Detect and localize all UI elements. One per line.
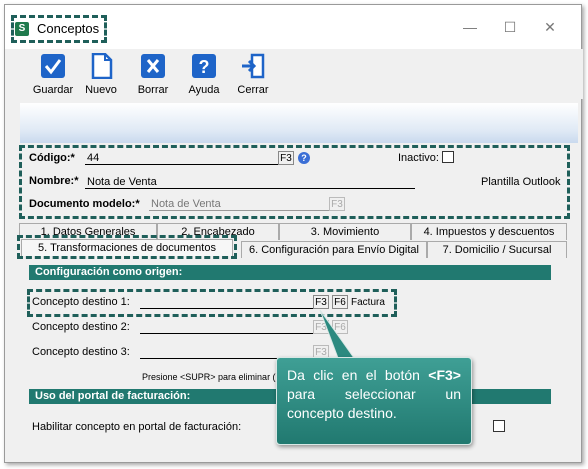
documento-f3-button[interactable]: F3 [329, 197, 345, 211]
nombre-label: Nombre:* [29, 175, 79, 187]
destino1-f6-button[interactable]: F6 [332, 295, 348, 309]
documento-modelo-field[interactable]: Nota de Venta [149, 197, 331, 211]
save-label: Guardar [32, 84, 74, 96]
destino2-label: Concepto destino 2: [32, 321, 130, 333]
toolbar: Guardar Nuevo Borrar ? Ayuda Cerrar [15, 49, 583, 99]
header-banner [20, 103, 578, 143]
save-button[interactable]: Guardar [29, 53, 77, 99]
title-highlight [11, 15, 107, 43]
tooltip-pointer [319, 309, 355, 359]
tooltip-text-pre: Da clic en el botón [287, 367, 429, 383]
help-button[interactable]: ? Ayuda [180, 53, 228, 99]
documento-modelo-label: Documento modelo:* [29, 198, 140, 210]
destino3-label: Concepto destino 3: [32, 346, 130, 358]
destino2-field[interactable] [140, 320, 314, 334]
delete-x-icon [141, 54, 165, 78]
document-icon [91, 52, 113, 80]
new-label: Nuevo [85, 84, 117, 96]
supr-hint: Presione <SUPR> para eliminar ( [142, 372, 276, 382]
help-label: Ayuda [188, 84, 220, 96]
tab-impuestos[interactable]: 4. Impuestos y descuentos [411, 223, 567, 240]
tooltip-key: <F3> [428, 367, 461, 383]
destino1-label: Concepto destino 1: [32, 296, 130, 308]
delete-button[interactable]: Borrar [129, 53, 177, 99]
tab-domicilio[interactable]: 7. Domicilio / Sucursal [427, 241, 567, 258]
destino1-field[interactable] [140, 295, 314, 309]
svg-text:?: ? [199, 57, 210, 77]
instruction-tooltip: Da clic en el botón <F3> para selecciona… [276, 357, 472, 445]
origen-section-header: Configuración como origen: [29, 265, 551, 280]
tooltip-text-post: para seleccionar un concepto destino. [287, 386, 461, 421]
habilitar-checkbox[interactable] [493, 420, 505, 432]
tab-configuracion-envio[interactable]: 6. Configuración para Envío Digital [241, 241, 427, 258]
inactivo-checkbox[interactable] [442, 151, 454, 163]
plantilla-outlook-link[interactable]: Plantilla Outlook [481, 176, 561, 188]
minimize-button[interactable]: — [455, 17, 485, 37]
checkmark-icon [41, 54, 65, 78]
destino1-f3-button[interactable]: F3 [313, 295, 329, 309]
exit-door-icon [242, 53, 265, 79]
tab-movimiento[interactable]: 3. Movimiento [279, 223, 411, 240]
help-circle-icon[interactable]: ? [298, 152, 310, 164]
codigo-f3-button[interactable]: F3 [278, 151, 294, 165]
new-button[interactable]: Nuevo [77, 52, 125, 99]
close-button[interactable]: ✕ [535, 17, 565, 37]
codigo-field[interactable]: 44 [85, 151, 279, 165]
codigo-label: Código:* [29, 152, 75, 164]
active-tab-highlight [17, 235, 237, 259]
destino1-extra: Factura [351, 297, 385, 308]
nombre-field[interactable]: Nota de Venta [85, 175, 415, 189]
help-icon: ? [192, 54, 216, 78]
close-form-button[interactable]: Cerrar [229, 53, 277, 99]
maximize-button[interactable]: ☐ [495, 17, 525, 37]
habilitar-label: Habilitar concepto en portal de facturac… [32, 421, 242, 433]
inactivo-label: Inactivo: [398, 152, 439, 164]
close-form-label: Cerrar [237, 84, 269, 96]
delete-label: Borrar [137, 84, 169, 96]
